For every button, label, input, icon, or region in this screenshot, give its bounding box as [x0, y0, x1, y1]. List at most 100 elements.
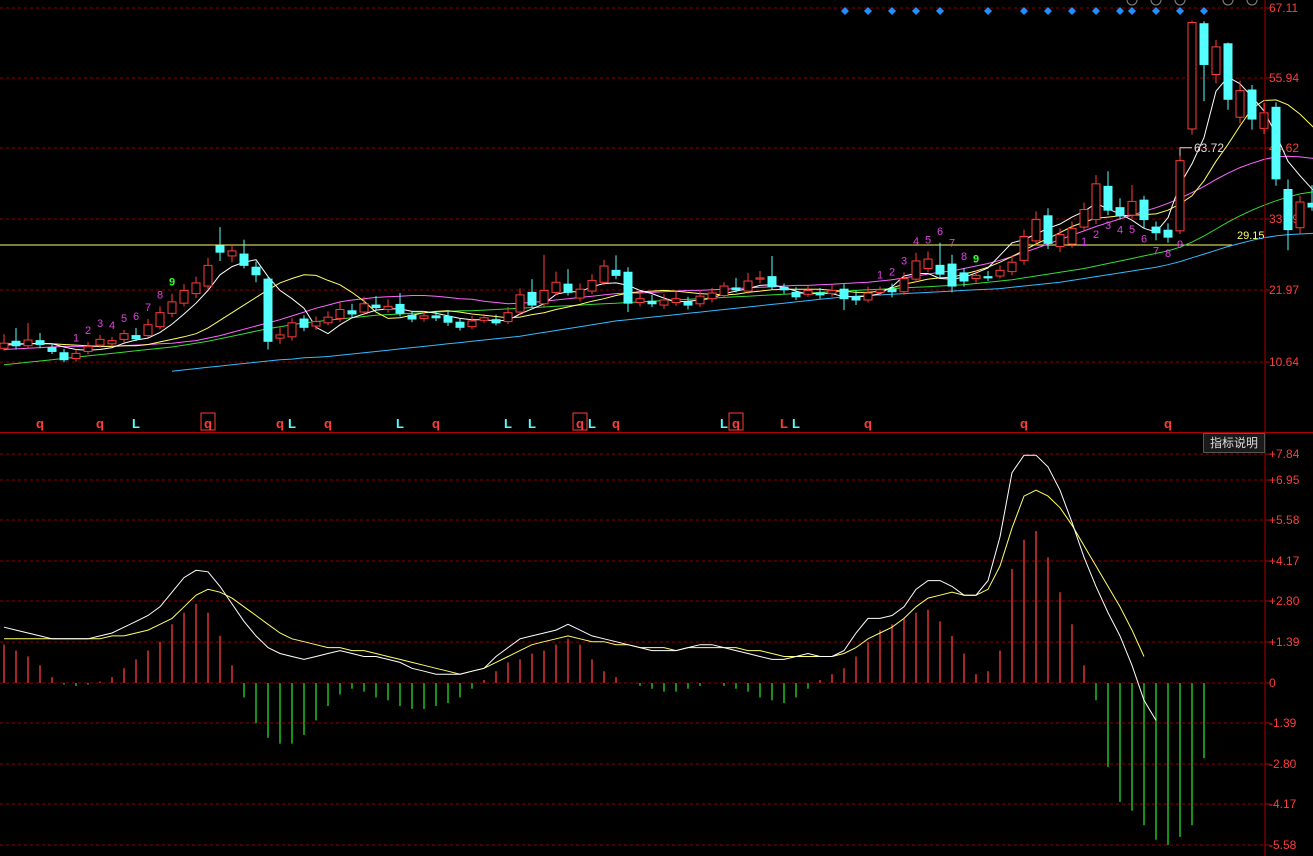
candle-body: [767, 276, 777, 288]
candle-body: [71, 352, 81, 359]
candle-body: [923, 258, 933, 269]
candle-body: [995, 269, 1005, 277]
candle: [1175, 153, 1185, 234]
macd-tick-label: -5.58: [1269, 838, 1297, 852]
setup-count-label: 7: [1153, 245, 1159, 257]
macd-tick-label: 0: [1269, 676, 1276, 690]
setup-count-label: 5: [121, 313, 127, 325]
candle: [371, 296, 381, 311]
candle-body: [95, 338, 105, 346]
candle: [1139, 195, 1149, 229]
price-tick-label: 55.94: [1269, 71, 1299, 85]
candle-body: [1307, 202, 1313, 208]
setup-count-label: 2: [1093, 229, 1099, 241]
candle: [347, 303, 357, 318]
candle: [1043, 208, 1053, 250]
bottom-signal-label: q: [1164, 416, 1172, 431]
bottom-signal-label: q: [1020, 416, 1028, 431]
setup-count-label: 9: [973, 253, 979, 265]
bottom-signal-label: q: [324, 416, 332, 431]
high-price-label: 63.72: [1194, 141, 1224, 155]
setup-count-label: 7: [145, 302, 151, 314]
candle-body: [1235, 90, 1245, 118]
setup-count-label: 7: [949, 238, 955, 250]
candle-body: [491, 319, 501, 324]
candle-body: [263, 278, 273, 342]
candle: [215, 227, 225, 261]
candle: [443, 310, 453, 327]
price-tick-label: 67.11: [1269, 1, 1298, 15]
candle: [935, 242, 945, 278]
candle: [1091, 175, 1101, 224]
candle: [1295, 195, 1305, 234]
candle-body: [515, 294, 525, 313]
candle-body: [407, 314, 417, 320]
bottom-signal-label: L: [528, 416, 536, 431]
candle-body: [83, 345, 93, 352]
candle: [335, 302, 345, 322]
candle-body: [599, 265, 609, 283]
signal-circle: [1126, 0, 1138, 6]
candle-body: [551, 281, 561, 293]
candle-body: [1127, 200, 1137, 216]
dea-line: [4, 489, 1145, 675]
candle-body: [707, 292, 717, 300]
signal-circle: [1246, 0, 1258, 6]
setup-count-label: 8: [1165, 248, 1171, 260]
candle: [275, 326, 285, 344]
candle-body: [1043, 215, 1053, 244]
candle: [179, 284, 189, 307]
bottom-signal-label: L: [792, 416, 800, 431]
candle-body: [1079, 209, 1089, 228]
candle-body: [779, 286, 789, 291]
candle-body: [659, 299, 669, 306]
ma10-line: [4, 99, 1313, 347]
candle: [23, 322, 33, 349]
candle: [1271, 102, 1281, 186]
candle: [191, 276, 201, 299]
candle-body: [611, 269, 621, 276]
candle: [431, 312, 441, 321]
setup-count-label: 4: [109, 320, 115, 332]
candle: [1079, 202, 1089, 231]
candle: [71, 349, 81, 362]
candle: [563, 269, 573, 296]
candle: [1307, 185, 1313, 211]
candle-body: [443, 315, 453, 323]
indicator-help-button[interactable]: 指标说明: [1203, 433, 1265, 453]
candle-body: [1259, 112, 1269, 129]
candle: [1055, 228, 1065, 253]
macd-tick-label: +1.39: [1269, 635, 1300, 649]
candle-body: [575, 288, 585, 299]
candle: [887, 283, 897, 298]
candle-body: [911, 260, 921, 280]
candle-body: [467, 320, 477, 328]
candle: [119, 329, 129, 343]
candle-body: [47, 347, 57, 352]
candle-body: [227, 250, 237, 257]
bottom-signal-label: q: [576, 416, 584, 431]
ma60-line: [171, 232, 1313, 372]
price-tick-label: 21.97: [1269, 283, 1299, 297]
candle: [827, 284, 837, 297]
candle-body: [1223, 43, 1233, 100]
candle-body: [359, 303, 369, 313]
candle-body: [731, 287, 741, 291]
candle-body: [419, 315, 429, 319]
candle-body: [335, 309, 345, 319]
candle-body: [287, 322, 297, 338]
candle: [95, 334, 105, 348]
macd-panel: +7.84 +6.95 +5.58 +4.17 +2.80 +1.39 0 -1.39 -2.8…: [0, 447, 1300, 852]
candle: [767, 255, 777, 290]
candle: [1019, 229, 1029, 265]
candle: [923, 251, 933, 273]
signal-circle: [1174, 0, 1186, 6]
bottom-signal-label: q: [864, 416, 872, 431]
candle: [719, 282, 729, 299]
candle-body: [1163, 229, 1173, 238]
candle-body: [1247, 89, 1257, 120]
bottom-signal-label: q: [36, 416, 44, 431]
candle-body: [1187, 21, 1197, 130]
candle: [575, 283, 585, 302]
candle-body: [635, 298, 645, 304]
